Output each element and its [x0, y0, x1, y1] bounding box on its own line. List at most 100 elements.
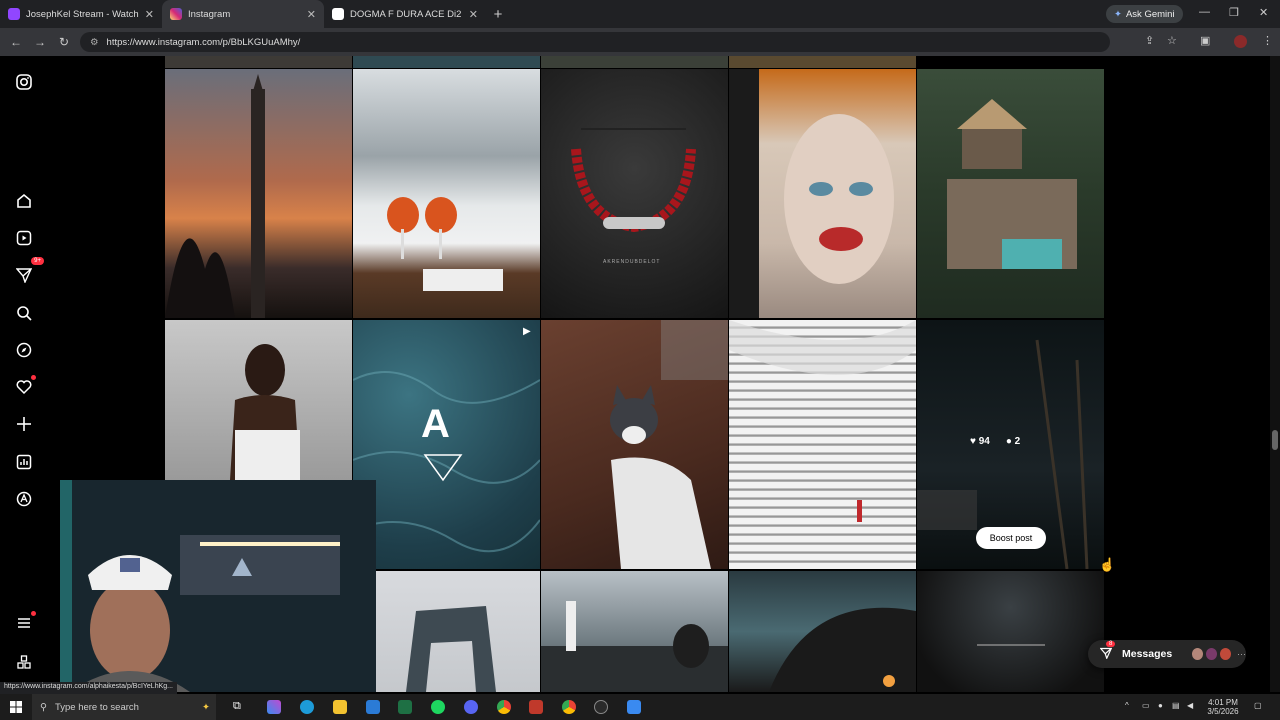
copilot-icon[interactable]: [267, 700, 281, 714]
volume-icon[interactable]: ◀: [1187, 701, 1193, 710]
gemini-icon: ✦: [1114, 8, 1122, 20]
bracelet-illustration: [571, 128, 696, 233]
home-icon[interactable]: [14, 191, 34, 211]
avatar: [1206, 648, 1218, 660]
page-scrollbar[interactable]: [1270, 56, 1280, 692]
more-menu-icon[interactable]: [14, 611, 36, 633]
bookmark-star-icon[interactable]: ☆: [1167, 34, 1177, 47]
instagram-logo-icon[interactable]: [14, 72, 34, 92]
tab-twitch[interactable]: JosephKel Stream - Watch Live ✕: [0, 0, 162, 28]
discord-icon[interactable]: [464, 700, 478, 714]
menu-icon[interactable]: ⋮: [1262, 34, 1273, 47]
post-night-city[interactable]: [729, 571, 916, 692]
avatar: [1220, 648, 1232, 660]
close-icon[interactable]: ✕: [145, 8, 154, 21]
post-thumbnail[interactable]: [729, 56, 916, 68]
address-bar[interactable]: ⚙ https://www.instagram.com/p/BbLKGUuAMh…: [80, 32, 1110, 52]
explore-icon[interactable]: [14, 340, 34, 360]
minimize-button[interactable]: —: [1199, 6, 1210, 18]
heart-icon[interactable]: [14, 375, 36, 397]
post-dark-text[interactable]: [917, 571, 1104, 692]
maximize-button[interactable]: ❐: [1229, 6, 1239, 19]
direct-send-icon: 8: [1099, 640, 1116, 662]
side-panel-icon[interactable]: ▣: [1200, 34, 1210, 47]
ask-gemini-label: Ask Gemini: [1125, 8, 1175, 20]
pinarello-icon: [332, 8, 344, 20]
post-woman-portrait[interactable]: [165, 320, 352, 480]
library-illustration: [729, 320, 916, 522]
post-thumbnail[interactable]: [165, 56, 352, 68]
create-icon[interactable]: [14, 414, 34, 434]
post-thumbnail[interactable]: [353, 56, 540, 68]
clock-date: 3/5/2026: [1207, 707, 1239, 716]
close-icon[interactable]: ✕: [307, 8, 316, 21]
app-icon[interactable]: [529, 700, 543, 714]
scrollbar-thumb[interactable]: [1272, 430, 1278, 450]
also-from-meta-icon[interactable]: [14, 652, 34, 672]
post-hover-stats: ♥ 94 ● 2: [970, 436, 1020, 447]
villa-illustration: [947, 99, 1077, 269]
post-face-art[interactable]: [729, 69, 916, 318]
close-icon[interactable]: ✕: [469, 8, 478, 21]
post-cat[interactable]: [541, 320, 728, 569]
edge-icon[interactable]: [300, 700, 314, 714]
chrome-profile-icon[interactable]: [562, 700, 576, 714]
window-close-button[interactable]: ✕: [1259, 6, 1268, 19]
streamer-webcam: [60, 480, 376, 692]
chrome-icon[interactable]: [497, 700, 511, 714]
search-highlight-icon: ✦: [202, 701, 210, 713]
obs-icon[interactable]: [594, 700, 608, 714]
post-taipei-skyline[interactable]: [165, 69, 352, 318]
instagram-sidebar: 9+: [0, 56, 48, 692]
profile-avatar[interactable]: [1234, 35, 1247, 48]
post-thumbnail[interactable]: [541, 56, 728, 68]
forward-button[interactable]: →: [28, 35, 52, 49]
more-icon[interactable]: ···: [1237, 649, 1246, 659]
task-view-icon[interactable]: ⧉: [233, 700, 247, 714]
mail-icon[interactable]: [366, 700, 380, 714]
terminal-icon[interactable]: [398, 700, 412, 714]
portrait-illustration: [729, 69, 894, 318]
app-icon[interactable]: [627, 700, 641, 714]
skyscraper-illustration: [165, 74, 265, 318]
clock[interactable]: 4:01 PM 3/5/2026: [1202, 698, 1244, 716]
post-snowy-drinks[interactable]: [353, 69, 540, 318]
post-bracelet[interactable]: AKRENDUBDELOT: [541, 69, 728, 318]
microphone-icon[interactable]: ●: [1158, 701, 1163, 710]
boost-post-button[interactable]: Boost post: [976, 527, 1046, 549]
taskbar-search[interactable]: ⚲ Type here to search ✦: [32, 694, 216, 720]
post-cctv-building[interactable]: [376, 571, 540, 692]
tab-dogma[interactable]: DOGMA F DURA ACE Di2 | en | ✕: [324, 0, 486, 28]
threads-icon[interactable]: [14, 489, 34, 509]
direct-send-icon[interactable]: 9+: [14, 257, 44, 285]
dashboard-icon[interactable]: [14, 452, 34, 472]
new-tab-button[interactable]: +: [486, 6, 510, 23]
tray-overflow-icon[interactable]: ^: [1125, 701, 1129, 710]
post-jungle-villa[interactable]: [917, 69, 1104, 318]
twitch-icon: [8, 8, 20, 20]
file-explorer-icon[interactable]: [333, 700, 347, 714]
search-icon[interactable]: [14, 303, 34, 323]
network-icon[interactable]: ▤: [1172, 701, 1180, 710]
site-info-icon[interactable]: ⚙: [90, 37, 99, 48]
install-icon[interactable]: ⇪: [1145, 34, 1154, 47]
tab-instagram[interactable]: Instagram ✕: [162, 0, 324, 28]
city-illustration: [769, 607, 916, 692]
tray-app-icon[interactable]: ▭: [1142, 701, 1150, 710]
reload-button[interactable]: ↻: [52, 35, 76, 49]
likes-count: ♥ 94: [970, 436, 990, 447]
post-water-logo[interactable]: A ▶: [353, 320, 540, 569]
ask-gemini-button[interactable]: ✦ Ask Gemini: [1106, 5, 1183, 23]
hand-cursor-icon: ☝: [1099, 557, 1116, 572]
messages-button[interactable]: 8 Messages ···: [1088, 640, 1246, 668]
notifications-icon[interactable]: ▢: [1254, 701, 1262, 710]
avatar: [1192, 648, 1204, 660]
post-mlk[interactable]: [541, 571, 728, 692]
reels-icon[interactable]: [14, 228, 34, 248]
building-illustration: [406, 606, 496, 692]
cocktail-glasses-illustration: [387, 197, 503, 291]
spotify-icon[interactable]: [431, 700, 445, 714]
post-library[interactable]: [729, 320, 916, 569]
back-button[interactable]: ←: [4, 35, 28, 49]
windows-start-icon[interactable]: [10, 700, 22, 718]
